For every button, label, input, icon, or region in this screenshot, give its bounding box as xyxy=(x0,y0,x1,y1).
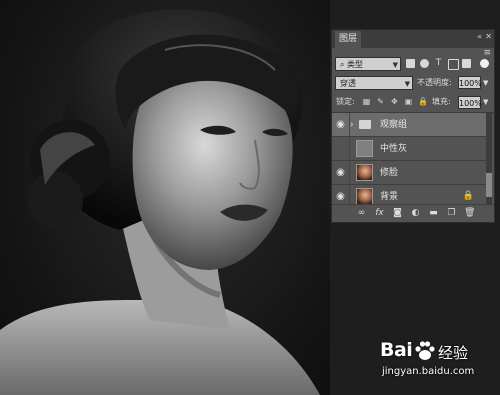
adjustment-icon[interactable]: ◐ xyxy=(410,208,421,218)
smart-object-filter-icon[interactable] xyxy=(462,59,471,68)
layer-thumbnail xyxy=(356,164,373,181)
scrollbar-thumb[interactable] xyxy=(486,173,492,197)
lock-icon: 🔒 xyxy=(462,191,474,201)
photo-canvas xyxy=(0,0,330,395)
filter-type-select[interactable]: ⌕ 类型 ▼ xyxy=(335,57,401,71)
paw-icon xyxy=(415,341,435,360)
mask-icon[interactable]: ◙ xyxy=(392,208,403,218)
fx-icon[interactable]: fx xyxy=(374,208,385,218)
layer-name: 中性灰 xyxy=(380,144,408,154)
folder-icon[interactable]: ▬ xyxy=(428,208,439,218)
layer-name: 修脸 xyxy=(380,168,399,178)
filter-row: ⌕ 类型 ▼ T xyxy=(332,56,494,72)
divider xyxy=(349,161,350,185)
collapse-icon[interactable]: « xyxy=(477,32,482,41)
panel-header: 图层 « ✕ xyxy=(332,30,494,48)
lock-position-icon[interactable]: ✥ xyxy=(390,97,399,106)
blend-mode-value: 穿透 xyxy=(340,79,356,88)
type-filter-icon[interactable]: T xyxy=(434,59,443,68)
visibility-toggle-empty[interactable] xyxy=(335,143,346,154)
layer-row-retouch[interactable]: ◉ 修脸 xyxy=(332,161,486,185)
chevron-right-icon[interactable]: › xyxy=(350,118,354,132)
layers-panel: 图层 « ✕ ≡ ⌕ 类型 ▼ T 穿透 ▼ 不透明度: 100% ▼ 锁定: … xyxy=(331,29,495,223)
link-icon[interactable]: ∞ xyxy=(356,208,367,218)
blend-row: 穿透 ▼ 不透明度: 100% ▼ xyxy=(332,75,494,91)
baidu-watermark: Bai 经验 jingyan.baidu.com xyxy=(380,339,492,389)
adjustment-filter-icon[interactable] xyxy=(420,59,429,68)
lock-image-icon[interactable]: ✎ xyxy=(376,97,385,106)
lock-artboard-icon[interactable]: ▣ xyxy=(404,97,413,106)
divider xyxy=(349,137,350,161)
eye-icon[interactable]: ◉ xyxy=(335,191,346,202)
filter-toggle-icon[interactable] xyxy=(480,59,489,68)
opacity-dropdown-icon[interactable]: ▼ xyxy=(483,76,488,90)
fill-dropdown-icon[interactable]: ▼ xyxy=(483,95,488,109)
opacity-input[interactable]: 100% xyxy=(458,76,482,89)
layer-row-group[interactable]: ◉ › 观察组 xyxy=(332,113,486,137)
fill-input[interactable]: 100% xyxy=(458,96,482,109)
lock-all-icon[interactable]: 🔒 xyxy=(418,97,428,106)
tab-layers[interactable]: 图层 xyxy=(335,31,362,48)
filter-type-label: 类型 xyxy=(347,60,364,69)
chevron-down-icon: ▼ xyxy=(404,80,410,88)
watermark-jingyan-text: 经验 xyxy=(438,344,469,362)
layer-name: 观察组 xyxy=(380,120,408,130)
layer-name: 背景 xyxy=(380,192,399,202)
watermark-logo-text: Bai xyxy=(380,339,413,361)
shape-filter-icon[interactable] xyxy=(448,59,459,70)
watermark-url: jingyan.baidu.com xyxy=(382,366,475,377)
search-icon: ⌕ xyxy=(340,60,345,69)
new-layer-icon[interactable]: ❐ xyxy=(446,208,457,218)
eye-icon[interactable]: ◉ xyxy=(335,119,346,130)
eye-icon[interactable]: ◉ xyxy=(335,167,346,178)
layer-thumbnail xyxy=(356,188,373,205)
close-panel-icon[interactable]: ✕ xyxy=(485,32,492,41)
layer-thumbnail xyxy=(356,140,373,157)
layer-row-gray[interactable]: 中性灰 xyxy=(332,137,486,161)
lock-transparent-icon[interactable]: ▦ xyxy=(362,97,371,106)
layers-scrollbar[interactable] xyxy=(486,113,492,205)
folder-icon xyxy=(359,120,371,129)
opacity-label: 不透明度: xyxy=(417,78,452,87)
lock-row: 锁定: ▦ ✎ ✥ ▣ 🔒 填充: 100% ▼ xyxy=(332,95,494,110)
lock-label: 锁定: xyxy=(336,97,355,106)
fill-label: 填充: xyxy=(432,97,451,106)
chevron-down-icon: ▼ xyxy=(392,61,398,69)
trash-icon[interactable]: 🗑 xyxy=(464,208,475,218)
portrait-image xyxy=(0,9,320,395)
layers-bottom-bar: ∞ fx ◙ ◐ ▬ ❐ 🗑 xyxy=(332,204,494,222)
blend-mode-select[interactable]: 穿透 ▼ xyxy=(335,76,413,90)
pixel-filter-icon[interactable] xyxy=(406,59,415,68)
